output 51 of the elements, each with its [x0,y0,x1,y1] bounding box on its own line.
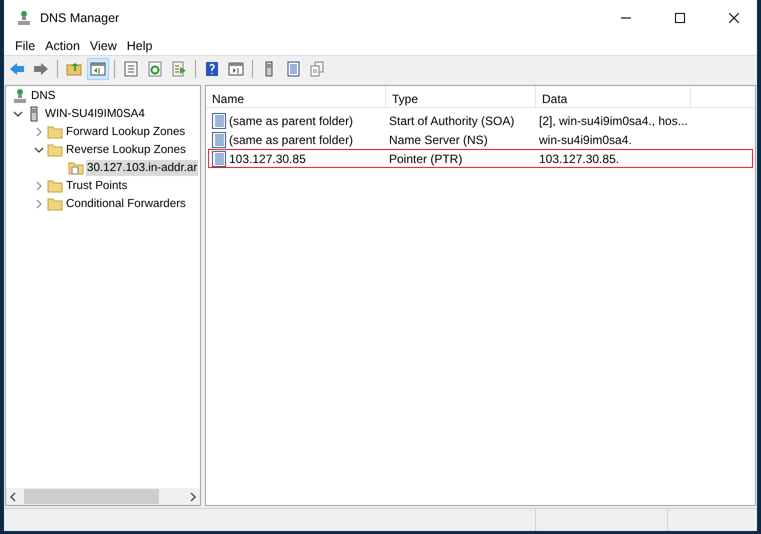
tree-item[interactable]: Conditional Forwarders [65,196,187,212]
table-cell-text: win-su4i9im0sa4. [539,132,632,148]
record-icon [211,132,227,148]
folder-icon [47,142,63,158]
menu-item[interactable]: File [10,36,40,54]
close-icon [729,13,739,23]
folder-up-icon [66,61,82,77]
back-arrow-icon [9,61,25,77]
record-icon [211,112,227,128]
table-cell-text: 103.127.30.85. [539,150,620,168]
tree-item[interactable]: Trust Points [65,178,128,194]
tree-item[interactable]: 30.127.103.in-addr.ar [86,160,198,176]
table-cell-text: 103.127.30.85 [229,150,306,168]
minimize-icon [621,17,631,19]
dns-network-icon [12,88,28,104]
column-header[interactable]: Type [386,86,536,107]
menu-item[interactable]: View [84,36,122,54]
help-icon [204,61,220,77]
record-list-icon [285,61,301,77]
dns-network-icon [16,10,32,26]
copy-icon [309,61,325,77]
window-title: DNS Manager [40,10,120,27]
tree-item[interactable]: Forward Lookup Zones [65,124,186,140]
scrollbar-thumb[interactable] [24,489,159,504]
refresh-icon [147,61,163,77]
tree-item[interactable]: DNS [30,88,56,104]
horizontal-scrollbar[interactable] [6,488,200,505]
table-cell-text: [2], win-su4i9im0sa4., hos... [539,112,688,130]
forward-arrow-icon [33,61,49,77]
console-tree-icon [90,61,106,77]
maximize-icon [675,13,685,23]
menu-item[interactable]: Help [122,36,158,54]
table-cell-text: (same as parent folder) [229,112,354,130]
folder-icon [47,124,63,140]
export-list-icon [171,61,187,77]
zone-folder-icon [68,160,84,176]
toolbar-button[interactable] [87,58,109,80]
properties-icon [123,61,139,77]
table-cell-text: Start of Authority (SOA) [389,112,514,130]
table-cell-text: Pointer (PTR) [389,150,462,168]
folder-icon [47,178,63,194]
action-pane-icon [228,61,244,77]
tree-item[interactable]: WIN-SU4I9IM0SA4 [44,106,146,122]
table-cell-text: (same as parent folder) [229,132,354,148]
folder-icon [47,196,63,212]
table-cell-text: Name Server (NS) [389,132,488,148]
column-header[interactable]: Name [206,86,386,107]
tree-item[interactable]: Reverse Lookup Zones [65,142,187,158]
record-icon [211,150,227,166]
column-header[interactable]: Data [536,86,691,107]
menu-item[interactable]: Action [40,36,85,54]
